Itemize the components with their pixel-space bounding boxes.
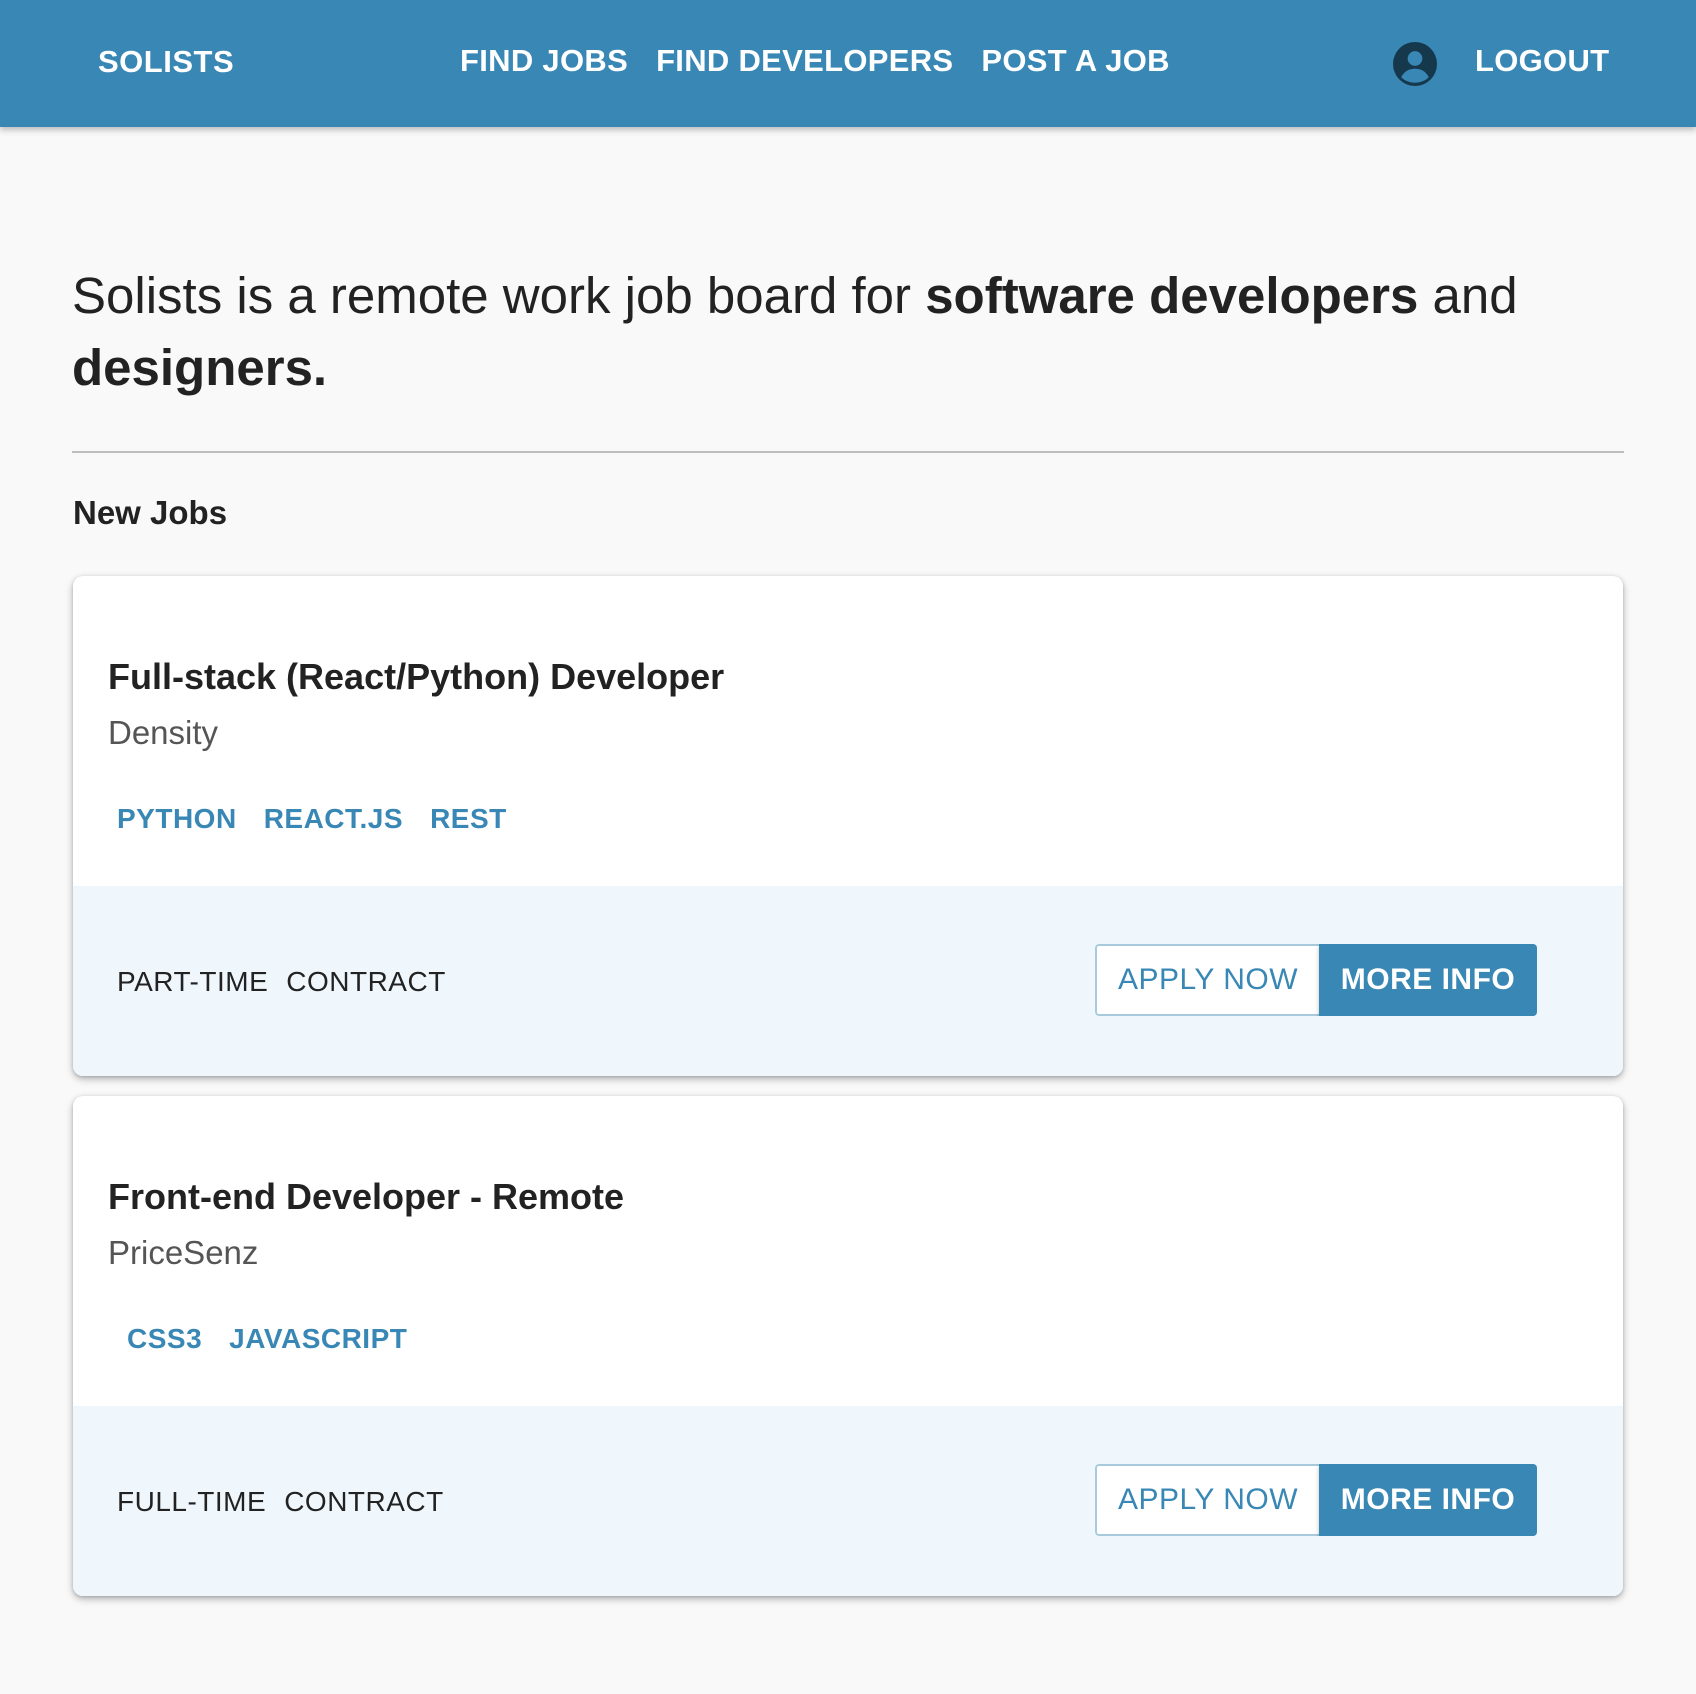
skill-tag[interactable]: JAVASCRIPT <box>229 1323 407 1355</box>
skill-tag[interactable]: PYTHON <box>117 803 237 835</box>
apply-now-button[interactable]: APPLY NOW <box>1095 944 1319 1016</box>
job-type: FULL-TIME <box>117 1486 267 1517</box>
account-circle-icon[interactable] <box>1393 42 1437 86</box>
skill-tags: CSS3 JAVASCRIPT <box>127 1323 434 1355</box>
company-name: PriceSenz <box>108 1234 259 1271</box>
job-actions: APPLY NOW MORE INFO <box>1095 1464 1537 1536</box>
skill-tags: PYTHON REACT.JS REST <box>117 803 534 835</box>
hero-text-1: Solists is a remote work job board for <box>72 267 926 324</box>
job-card-footer: PART-TIME CONTRACT APPLY NOW MORE INFO <box>73 886 1623 1076</box>
more-info-button[interactable]: MORE INFO <box>1319 944 1537 1016</box>
divider <box>72 451 1624 453</box>
hero-tagline: Solists is a remote work job board for s… <box>72 260 1632 404</box>
apply-now-button[interactable]: APPLY NOW <box>1095 1464 1319 1536</box>
job-type: PART-TIME <box>117 966 269 997</box>
job-card-body: Front-end Developer - Remote PriceSenz C… <box>73 1096 1623 1406</box>
logout-button[interactable]: LOGOUT <box>1475 43 1609 79</box>
skill-tag[interactable]: REACT.JS <box>264 803 403 835</box>
section-title: New Jobs <box>73 494 228 531</box>
hero-bold-developers: software developers <box>925 267 1419 324</box>
nav-post-a-job[interactable]: POST A JOB <box>981 43 1169 79</box>
brand-logo[interactable]: SOLISTS <box>98 44 234 80</box>
nav-find-jobs[interactable]: FIND JOBS <box>460 43 628 79</box>
job-title[interactable]: Front-end Developer - Remote <box>108 1176 624 1218</box>
hero-bold-designers: designers. <box>72 339 328 396</box>
skill-tag[interactable]: REST <box>430 803 507 835</box>
job-title[interactable]: Full-stack (React/Python) Developer <box>108 656 724 698</box>
main-nav: FIND JOBS FIND DEVELOPERS POST A JOB <box>460 43 1198 79</box>
job-type: CONTRACT <box>284 1486 444 1517</box>
job-type: CONTRACT <box>286 966 446 997</box>
job-card: Full-stack (React/Python) Developer Dens… <box>73 576 1623 1076</box>
job-types: FULL-TIME CONTRACT <box>117 1486 462 1518</box>
job-types: PART-TIME CONTRACT <box>117 966 464 998</box>
hero-text-2: and <box>1418 267 1518 324</box>
job-actions: APPLY NOW MORE INFO <box>1095 944 1537 1016</box>
nav-find-developers[interactable]: FIND DEVELOPERS <box>656 43 953 79</box>
app-bar: SOLISTS FIND JOBS FIND DEVELOPERS POST A… <box>0 0 1696 127</box>
job-card: Front-end Developer - Remote PriceSenz C… <box>73 1096 1623 1596</box>
skill-tag[interactable]: CSS3 <box>127 1323 202 1355</box>
company-name: Density <box>108 714 219 751</box>
job-card-footer: FULL-TIME CONTRACT APPLY NOW MORE INFO <box>73 1406 1623 1596</box>
more-info-button[interactable]: MORE INFO <box>1319 1464 1537 1536</box>
job-card-body: Full-stack (React/Python) Developer Dens… <box>73 576 1623 886</box>
